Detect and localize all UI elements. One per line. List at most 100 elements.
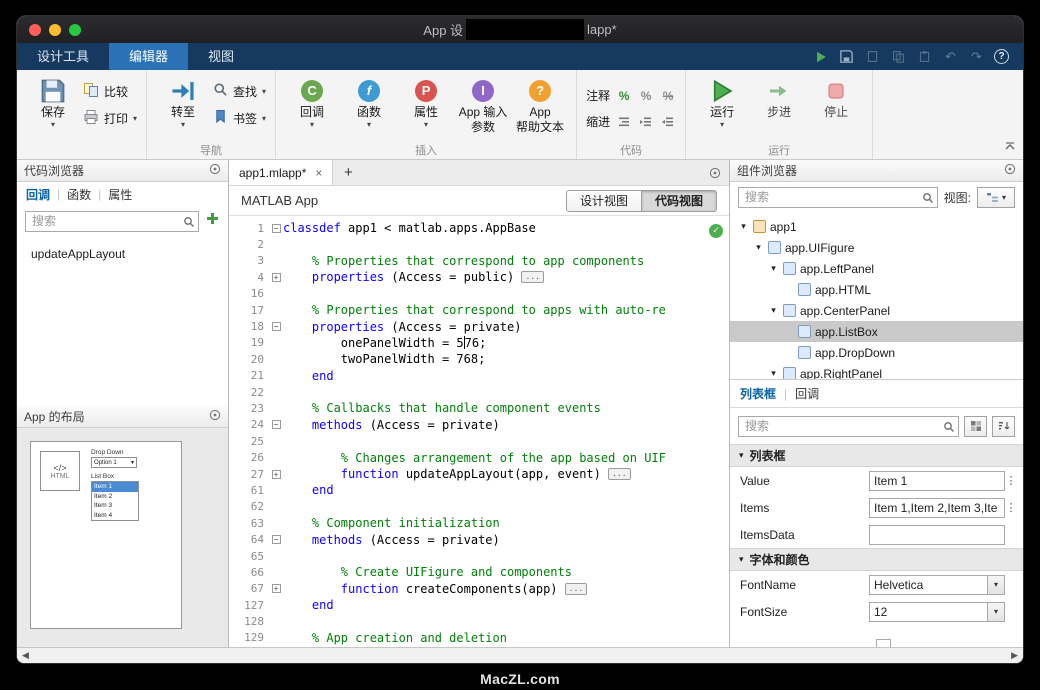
line-number[interactable]: 16	[229, 287, 269, 300]
code-line[interactable]: 64− methods (Access = private)	[229, 531, 729, 547]
panel-menu-icon[interactable]	[209, 409, 221, 424]
expand-arrow-icon[interactable]: ▾	[768, 263, 779, 274]
help-icon[interactable]: ?	[994, 49, 1009, 64]
code-line[interactable]: 22	[229, 384, 729, 400]
line-number[interactable]: 19	[229, 336, 269, 349]
code-line[interactable]: 23 % Callbacks that handle component eve…	[229, 400, 729, 416]
design-view-button[interactable]: 设计视图	[566, 190, 642, 212]
uncomment-icon[interactable]: %	[660, 88, 676, 104]
line-number[interactable]: 27	[229, 468, 269, 481]
line-number[interactable]: 64	[229, 533, 269, 546]
property-select-fontname[interactable]: Helvetica▾	[869, 575, 1005, 595]
collapsed-code-icon[interactable]: ...	[608, 468, 630, 480]
tab-editor[interactable]: 编辑器	[109, 43, 188, 70]
code-line[interactable]: 16	[229, 286, 729, 302]
more-options-icon[interactable]: ⋮	[1005, 501, 1017, 514]
section-header-列表框[interactable]: ▾列表框	[730, 444, 1023, 467]
line-number[interactable]: 1	[229, 222, 269, 235]
goto-button[interactable]: 转至 ▾	[156, 73, 210, 128]
tree-item-app-listbox[interactable]: app.ListBox	[730, 321, 1023, 342]
run-button[interactable]: 运行 ▾	[695, 73, 749, 128]
fold-toggle-icon[interactable]: +	[269, 273, 283, 282]
tree-item-app1[interactable]: ▾app1	[730, 216, 1023, 237]
line-number[interactable]: 26	[229, 451, 269, 464]
line-number[interactable]: 62	[229, 500, 269, 513]
code-line[interactable]: 67+ function createComponents(app) ...	[229, 581, 729, 597]
line-number[interactable]: 25	[229, 435, 269, 448]
app-layout-preview[interactable]: </> HTML Drop Down Option 1▾ List Box It…	[17, 428, 228, 649]
indent-left-icon[interactable]	[660, 114, 676, 130]
code-line[interactable]: 2	[229, 236, 729, 252]
line-number[interactable]: 67	[229, 582, 269, 595]
line-number[interactable]: 21	[229, 369, 269, 382]
quick-save-icon[interactable]	[838, 48, 855, 65]
scroll-right-arrow-icon[interactable]: ▶	[1011, 650, 1018, 661]
property-input-value[interactable]: Item 1	[869, 471, 1005, 491]
code-line[interactable]: 1−classdef app1 < matlab.apps.AppBase	[229, 220, 729, 236]
code-line[interactable]: 20 twoPanelWidth = 768;	[229, 351, 729, 367]
quick-run-icon[interactable]	[812, 48, 829, 65]
find-button[interactable]: 查找 ▾	[213, 81, 266, 101]
line-number[interactable]: 65	[229, 550, 269, 563]
inspector-search-input[interactable]	[738, 416, 959, 437]
tab-design-tools[interactable]: 设计工具	[17, 43, 109, 70]
undo-icon[interactable]: ↶	[942, 48, 959, 65]
line-number[interactable]: 66	[229, 566, 269, 579]
line-number[interactable]: 17	[229, 304, 269, 317]
line-number[interactable]: 20	[229, 353, 269, 366]
list-item-callback[interactable]: updateAppLayout	[17, 244, 228, 264]
line-number[interactable]: 129	[229, 631, 269, 644]
line-number[interactable]: 22	[229, 386, 269, 399]
code-line[interactable]: 130 methods (Access = public)	[229, 646, 729, 647]
quick-paste-icon[interactable]	[916, 48, 933, 65]
redo-icon[interactable]: ↷	[968, 48, 985, 65]
chevron-down-icon[interactable]: ▾	[987, 603, 1004, 621]
horizontal-scrollbar[interactable]: ◀ ▶	[17, 647, 1023, 663]
minimize-window-button[interactable]	[49, 24, 61, 36]
app-input-arguments-button[interactable]: I App 输入 参数	[456, 73, 510, 134]
code-analyzer-check-icon[interactable]: ✓	[709, 224, 723, 238]
line-number[interactable]: 63	[229, 517, 269, 530]
app-help-text-button[interactable]: ? App 帮助文本	[513, 73, 567, 134]
insert-property-button[interactable]: P 属性 ▾	[399, 73, 453, 128]
title-bar[interactable]: App 设 lapp*	[17, 16, 1023, 43]
close-window-button[interactable]	[29, 24, 41, 36]
section-header-字体和颜色[interactable]: ▾字体和颜色	[730, 548, 1023, 571]
tree-item-app-centerpanel[interactable]: ▾app.CenterPanel	[730, 300, 1023, 321]
code-view-button[interactable]: 代码视图	[641, 190, 717, 212]
chevron-down-icon[interactable]: ▾	[987, 576, 1004, 594]
editor-tab-app1[interactable]: app1.mlapp* ×	[229, 160, 333, 185]
tab-callbacks-inspector[interactable]: 回调	[795, 385, 819, 402]
panel-menu-icon[interactable]	[209, 163, 221, 178]
line-number[interactable]: 3	[229, 254, 269, 267]
indent-right-icon[interactable]	[638, 114, 654, 130]
code-line[interactable]: 129 % App creation and deletion	[229, 630, 729, 646]
new-tab-button[interactable]: +	[333, 160, 363, 185]
line-number[interactable]: 23	[229, 402, 269, 415]
scroll-left-arrow-icon[interactable]: ◀	[22, 650, 29, 661]
code-line[interactable]: 65	[229, 548, 729, 564]
line-number[interactable]: 61	[229, 484, 269, 497]
compare-button[interactable]: 比较	[83, 81, 137, 101]
stop-button[interactable]: 停止	[809, 73, 863, 119]
sort-icon[interactable]	[992, 416, 1015, 437]
bookmark-button[interactable]: 书签 ▾	[213, 108, 266, 128]
section-comment-icon[interactable]: %	[638, 88, 654, 104]
line-number[interactable]: 4	[229, 271, 269, 284]
tree-item-app-rightpanel[interactable]: ▾app.RightPanel	[730, 363, 1023, 380]
code-line[interactable]: 61 end	[229, 482, 729, 498]
property-input-items[interactable]: Item 1,Item 2,Item 3,Ite	[869, 498, 1005, 518]
tree-item-app-uifigure[interactable]: ▾app.UIFigure	[730, 237, 1023, 258]
expand-arrow-icon[interactable]: ▾	[753, 242, 764, 253]
code-line[interactable]: 25	[229, 433, 729, 449]
code-line[interactable]: 26 % Changes arrangement of the app base…	[229, 449, 729, 465]
code-line[interactable]: 27+ function updateAppLayout(app, event)…	[229, 466, 729, 482]
line-number[interactable]: 18	[229, 320, 269, 333]
line-number[interactable]: 2	[229, 238, 269, 251]
property-select-fontsize[interactable]: 12▾	[869, 602, 1005, 622]
expand-arrow-icon[interactable]: ▾	[738, 221, 749, 232]
quick-cut-icon[interactable]	[864, 48, 881, 65]
view-mode-dropdown[interactable]: ▾	[977, 187, 1015, 208]
code-line[interactable]: 63 % Component initialization	[229, 515, 729, 531]
fold-toggle-icon[interactable]: −	[269, 322, 283, 331]
